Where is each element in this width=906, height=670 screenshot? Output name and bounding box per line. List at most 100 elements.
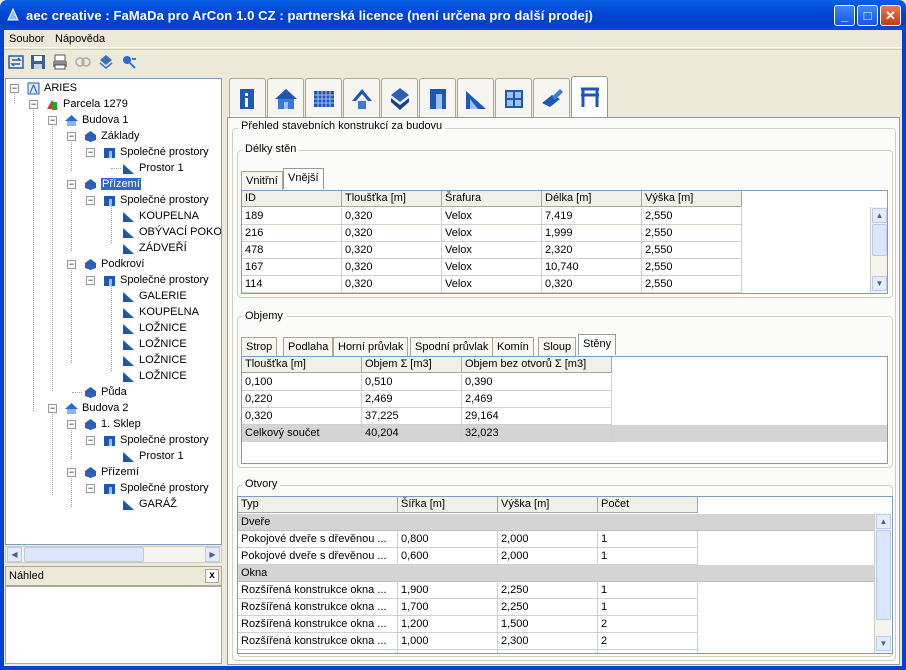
close-button[interactable]: ✕ — [880, 5, 901, 26]
main-tab[interactable] — [533, 78, 570, 118]
tab-walls-inner[interactable]: Vnitřní — [241, 171, 283, 190]
tab-volumes[interactable]: Komín — [492, 337, 534, 356]
table-header-cell[interactable]: Počet — [598, 497, 698, 513]
scroll-down-icon[interactable]: ▼ — [876, 636, 891, 651]
scroll-thumb[interactable] — [876, 530, 891, 620]
table-header-cell[interactable]: ID — [242, 191, 342, 207]
scroll-up-icon[interactable]: ▲ — [876, 514, 891, 529]
main-tab[interactable] — [229, 78, 266, 118]
table-header-cell[interactable]: Tloušťka [m] — [342, 191, 442, 207]
tree-collapse-b2-prizemi[interactable]: − — [67, 468, 76, 477]
table-header-cell[interactable]: Objem bez otvorů Σ [m3] — [462, 357, 612, 373]
tree-node-puda[interactable]: Půda — [83, 384, 127, 400]
table-row[interactable]: 189 0,320 Velox 7,419 2,550 — [242, 208, 871, 225]
table-row[interactable]: Pokojové dveře s dřevěnou ... 0,600 2,000 1 — [238, 548, 874, 565]
tree-node-room[interactable]: KOUPELNA — [121, 304, 199, 320]
table-row[interactable]: Pokojové dveře s dřevěnou ... 0,800 2,000 1 — [238, 531, 874, 548]
print-icon[interactable] — [51, 53, 69, 71]
tab-volumes[interactable]: Spodní průvlak — [410, 337, 494, 356]
tree-node-room[interactable]: LOŽNICE — [121, 352, 187, 368]
table-row[interactable]: Rozšířená konstrukce okna ... 1,900 2,250 1 — [238, 582, 874, 599]
tree-node-room[interactable]: ZÁDVEŘÍ — [121, 240, 187, 256]
tree-collapse-prizemi-common[interactable]: − — [86, 196, 95, 205]
tree-node-room[interactable]: LOŽNICE — [121, 336, 187, 352]
table-row[interactable]: 114 0,320 Velox 0,320 2,550 — [242, 276, 871, 293]
main-tab[interactable] — [343, 78, 380, 118]
project-tree[interactable]: − ARIES − Parcela 1279 − Budova 1 − Zákl… — [5, 78, 222, 545]
table-row[interactable]: 0,100 0,510 0,390 — [242, 374, 887, 391]
main-tab[interactable] — [381, 78, 418, 118]
table-row[interactable]: 167 0,320 Velox 10,740 2,550 — [242, 259, 871, 276]
tree-node-zaklady-room[interactable]: Prostor 1 — [121, 160, 184, 176]
table-header-cell[interactable]: Výška [m] — [642, 191, 742, 207]
scroll-thumb[interactable] — [24, 547, 144, 562]
view-icon[interactable] — [74, 53, 92, 71]
save-icon[interactable] — [29, 53, 47, 71]
tree-node-sklep[interactable]: 1. Sklep — [83, 416, 141, 432]
preview-close-button[interactable]: x — [205, 569, 219, 583]
table-row[interactable]: Rozšířená konstrukce okna ... 1,200 1,500 2 — [238, 616, 874, 633]
tree-node-sklep-room[interactable]: Prostor 1 — [121, 448, 184, 464]
tree-node-b2-prizemi[interactable]: Přízemí — [83, 464, 139, 480]
tree-node-b2-prizemi-common[interactable]: Společné prostory — [102, 480, 209, 496]
main-tab[interactable] — [495, 78, 532, 118]
scroll-up-icon[interactable]: ▲ — [872, 208, 887, 223]
tree-collapse-building1[interactable]: − — [48, 116, 57, 125]
tree-collapse-podkrovi-common[interactable]: − — [86, 276, 95, 285]
tab-volumes[interactable]: Sloup — [538, 337, 577, 356]
tree-collapse-building2[interactable]: − — [48, 404, 57, 413]
layers-icon[interactable] — [97, 53, 115, 71]
tree-collapse-zaklady-common[interactable]: − — [86, 148, 95, 157]
tab-walls-outer[interactable]: Vnější — [283, 168, 324, 189]
vertical-scrollbar[interactable]: ▲ ▼ — [874, 513, 891, 653]
table-header-cell[interactable]: Objem Σ [m3] — [362, 357, 462, 373]
walls-table[interactable]: ID Tloušťka [m] Šrafura Délka [m] Výška [m] 1… — [241, 190, 888, 294]
main-tab[interactable] — [419, 78, 456, 118]
tree-node-prizemi-common[interactable]: Společné prostory — [102, 192, 209, 208]
group-row[interactable]: Dveře — [238, 514, 874, 531]
vertical-scrollbar[interactable]: ▲ ▼ — [870, 207, 887, 293]
tree-node-room[interactable]: LOŽNICE — [121, 368, 187, 384]
main-tab[interactable] — [267, 78, 304, 118]
table-row[interactable]: 0,220 2,469 2,469 — [242, 391, 887, 408]
group-row[interactable]: Okna — [238, 565, 874, 582]
table-row[interactable]: 478 0,320 Velox 2,320 2,550 — [242, 242, 871, 259]
tree-node-room[interactable]: GALERIE — [121, 288, 187, 304]
table-row[interactable]: Rozšířená konstrukce okna ... 1,000 2,300 2 — [238, 633, 874, 650]
tree-node-zaklady-common[interactable]: Společné prostory — [102, 144, 209, 160]
table-row[interactable]: 0,320 37,225 29,164 — [242, 408, 887, 425]
tab-volumes[interactable]: Strop — [241, 337, 278, 356]
tree-collapse-prizemi[interactable]: − — [67, 180, 76, 189]
scroll-right-icon[interactable]: ▶ — [205, 547, 220, 562]
menu-help[interactable]: Nápověda — [55, 33, 105, 45]
table-header-cell[interactable]: Šrafura — [442, 191, 542, 207]
tree-node-building1[interactable]: Budova 1 — [64, 112, 128, 128]
maximize-button[interactable]: □ — [857, 5, 878, 26]
tab-volumes[interactable]: Podlaha — [283, 337, 334, 356]
tree-node-root[interactable]: ARIES — [26, 80, 77, 96]
table-row[interactable]: Rozšířená konstrukce okna ... 1,700 2,250 1 — [238, 599, 874, 616]
tree-node-prizemi[interactable]: Přízemí — [83, 176, 141, 192]
table-header-cell[interactable]: Tloušťka [m] — [242, 357, 362, 373]
tab-volumes[interactable]: Stěny — [578, 334, 617, 355]
volumes-table[interactable]: Tloušťka [m] Objem Σ [m3] Objem bez otvorů… — [241, 356, 888, 464]
tree-collapse-sklep-common[interactable]: − — [86, 436, 95, 445]
table-header-cell[interactable]: Délka [m] — [542, 191, 642, 207]
table-header-cell[interactable]: Výška [m] — [498, 497, 598, 513]
tree-node-sklep-common[interactable]: Společné prostory — [102, 432, 209, 448]
scroll-left-icon[interactable]: ◀ — [7, 547, 22, 562]
tree-node-podkrovi[interactable]: Podkroví — [83, 256, 144, 272]
title-bar[interactable]: aec creative : FaMaDa pro ArCon 1.0 CZ :… — [0, 0, 906, 30]
main-tab[interactable] — [457, 78, 494, 118]
tree-node-garage[interactable]: GARÁŽ — [121, 496, 177, 512]
total-row[interactable]: Celkový součet 40,204 32,023 — [242, 425, 887, 442]
tree-node-parcel[interactable]: Parcela 1279 — [45, 96, 128, 112]
tree-node-room[interactable]: OBÝVACÍ POKO... — [121, 224, 221, 240]
main-tab[interactable] — [571, 76, 608, 118]
table-row[interactable]: Rozšířená konstrukce okna ...0,8001,5002 — [238, 650, 874, 653]
tab-volumes[interactable]: Horní průvlak — [333, 337, 409, 356]
tree-collapse-sklep[interactable]: − — [67, 420, 76, 429]
tree-node-podkrovi-common[interactable]: Společné prostory — [102, 272, 209, 288]
minimize-button[interactable]: _ — [834, 5, 855, 26]
table-row[interactable]: 216 0,320 Velox 1,999 2,550 — [242, 225, 871, 242]
